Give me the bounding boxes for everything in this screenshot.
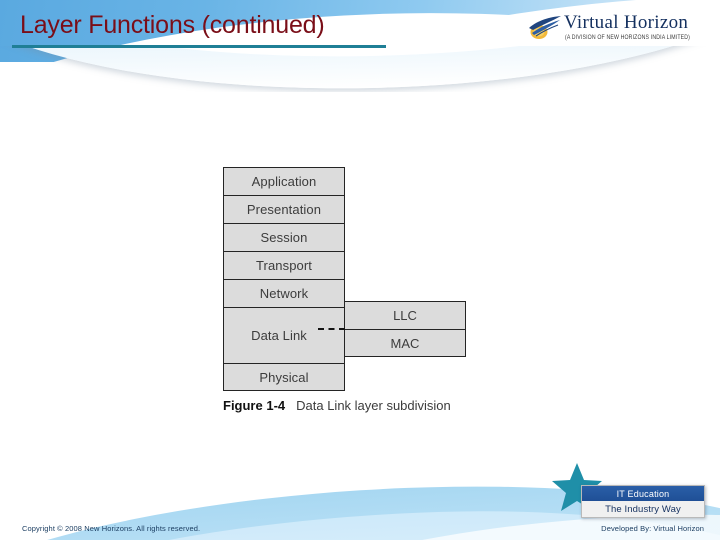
- developed-by-text: Developed By: Virtual Horizon: [601, 524, 704, 533]
- title-underline-rule: [12, 45, 386, 48]
- osi-layer-physical: Physical: [223, 363, 345, 391]
- logo-wordmark: Virtual Horizon: [564, 12, 689, 33]
- osi-layer-data-link: Data Link: [223, 307, 345, 363]
- brand-logo: Virtual Horizon (A DIVISION OF NEW HORIZ…: [528, 11, 714, 49]
- it-education-badge: IT Education The Industry Way: [581, 485, 705, 518]
- sublayer-llc-label: LLC: [393, 308, 417, 323]
- osi-layer-stack: Application Presentation Session Transpo…: [223, 167, 345, 391]
- osi-layer-transport-label: Transport: [255, 258, 313, 273]
- osi-layer-diagram: Application Presentation Session Transpo…: [223, 167, 473, 413]
- osi-layer-application-label: Application: [251, 174, 317, 189]
- data-link-sublayer-stack: LLC MAC: [344, 301, 466, 357]
- osi-layer-session-label: Session: [260, 230, 308, 245]
- sun-swoosh-icon: [528, 16, 562, 40]
- osi-layer-presentation-label: Presentation: [246, 202, 322, 217]
- slide-canvas: Layer Functions (continued) Virtual Hori…: [0, 0, 720, 540]
- osi-layer-application: Application: [223, 167, 345, 195]
- figure-number: Figure 1-4: [223, 398, 286, 413]
- it-education-badge-group: IT Education The Industry Way: [551, 462, 711, 520]
- sublayer-mac-label: MAC: [390, 335, 420, 351]
- osi-layer-presentation: Presentation: [223, 195, 345, 223]
- data-link-connector-dashed-line: [318, 328, 345, 330]
- osi-layer-transport: Transport: [223, 251, 345, 279]
- sublayer-llc: LLC: [344, 301, 466, 329]
- osi-layer-physical-label: Physical: [259, 369, 309, 385]
- badge-line-one: IT Education: [582, 486, 704, 501]
- copyright-text: Copyright © 2008 New Horizons. All right…: [22, 524, 201, 533]
- logo-tagline: (A DIVISION OF NEW HORIZONS INDIA LIMITE…: [565, 34, 691, 42]
- osi-layer-data-link-label: Data Link: [251, 328, 307, 343]
- osi-layer-session: Session: [223, 223, 345, 251]
- figure-caption: Figure 1-4 Data Link layer subdivision: [223, 398, 451, 413]
- osi-layer-network: Network: [223, 279, 345, 307]
- page-title: Layer Functions (continued): [20, 11, 325, 39]
- osi-layer-network-label: Network: [259, 286, 309, 301]
- sublayer-mac: MAC: [344, 329, 466, 357]
- badge-line-two: The Industry Way: [605, 503, 681, 515]
- figure-caption-text: Data Link layer subdivision: [296, 398, 451, 413]
